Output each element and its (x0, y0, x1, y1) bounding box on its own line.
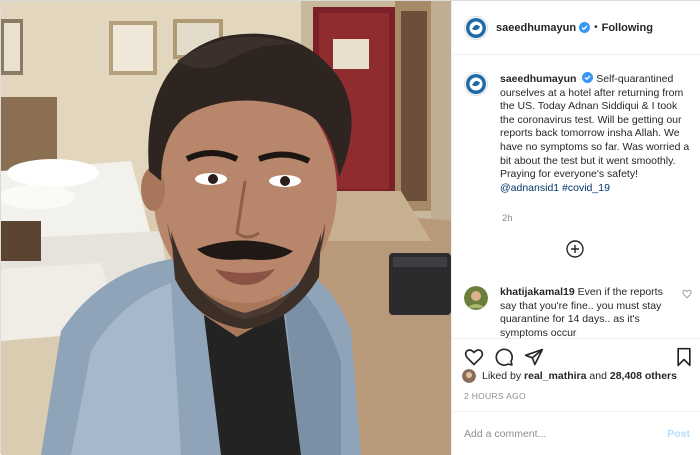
comment-like-heart-icon[interactable] (682, 289, 692, 299)
circular-logo-avatar-icon (466, 17, 486, 38)
post-photo[interactable] (1, 1, 451, 455)
liker-avatar (462, 369, 476, 383)
likes-and: and (589, 370, 607, 382)
liker-avatar-image (462, 369, 476, 383)
post-caption: saeedhumayun Self-quarantined ourselves … (464, 72, 692, 195)
likes-summary: Liked by real_mathira and 28,408 others (462, 369, 677, 383)
caption-text-block: saeedhumayun Self-quarantined ourselves … (500, 72, 690, 195)
following-button[interactable]: Following (602, 22, 653, 34)
comment-icon[interactable] (494, 347, 514, 367)
likes-prefix: Liked by (482, 370, 522, 382)
caption-username[interactable]: saeedhumayun (500, 73, 576, 85)
liker-username[interactable]: real_mathira (524, 370, 586, 382)
post-header: saeedhumayun • Following (452, 1, 700, 55)
comment-username[interactable]: khatijakamal19 (500, 286, 575, 298)
post-side-panel: saeedhumayun • Following saeedhumayun Se… (451, 1, 700, 455)
heart-icon[interactable] (464, 347, 484, 367)
caption-hashtag-link[interactable]: #covid_19 (562, 182, 610, 194)
instagram-post-modal: saeedhumayun • Following saeedhumayun Se… (0, 0, 700, 455)
add-comment-bar: Post (452, 411, 700, 455)
likes-count[interactable]: 28,408 others (610, 370, 677, 382)
post-timestamp[interactable]: 2 HOURS AGO (464, 391, 526, 401)
header-separator: • (594, 22, 598, 33)
action-bar (452, 338, 700, 370)
caption-avatar[interactable] (464, 72, 488, 96)
caption-text: Self-quarantined ourselves at a hotel af… (500, 73, 690, 181)
verified-badge-icon (579, 22, 591, 33)
caption-mention-link[interactable]: @adnansid1 (500, 182, 559, 194)
paper-plane-icon[interactable] (524, 347, 544, 367)
comment-text-block: khatijakamal19 Even if the reports say t… (500, 286, 670, 338)
post-comment-button[interactable]: Post (667, 428, 690, 440)
bookmark-icon[interactable] (674, 347, 694, 367)
comment-avatar[interactable] (464, 286, 488, 310)
selfie-image (1, 1, 451, 455)
header-username[interactable]: saeedhumayun (496, 22, 576, 34)
verified-badge-icon (582, 72, 594, 83)
circular-logo-avatar-icon (466, 74, 486, 94)
comments-list[interactable]: saeedhumayun Self-quarantined ourselves … (452, 56, 700, 338)
comment-item: khatijakamal19 Even if the reports say t… (464, 286, 692, 338)
comment-input[interactable] (464, 427, 668, 440)
author-avatar[interactable] (464, 15, 488, 40)
commenter-avatar-image (464, 286, 488, 310)
caption-time: 2h (502, 213, 513, 224)
plus-circle-icon[interactable] (566, 240, 584, 258)
